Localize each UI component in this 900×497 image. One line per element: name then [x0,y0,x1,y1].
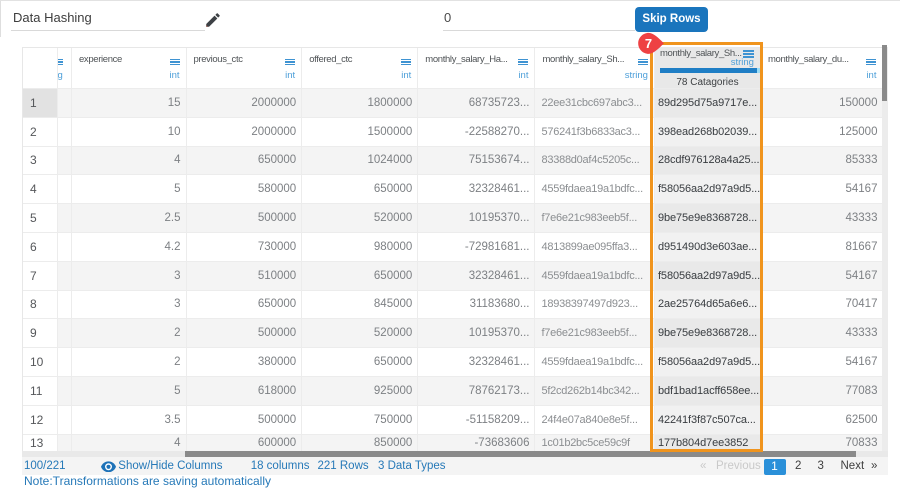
svg-text:7: 7 [644,36,651,51]
